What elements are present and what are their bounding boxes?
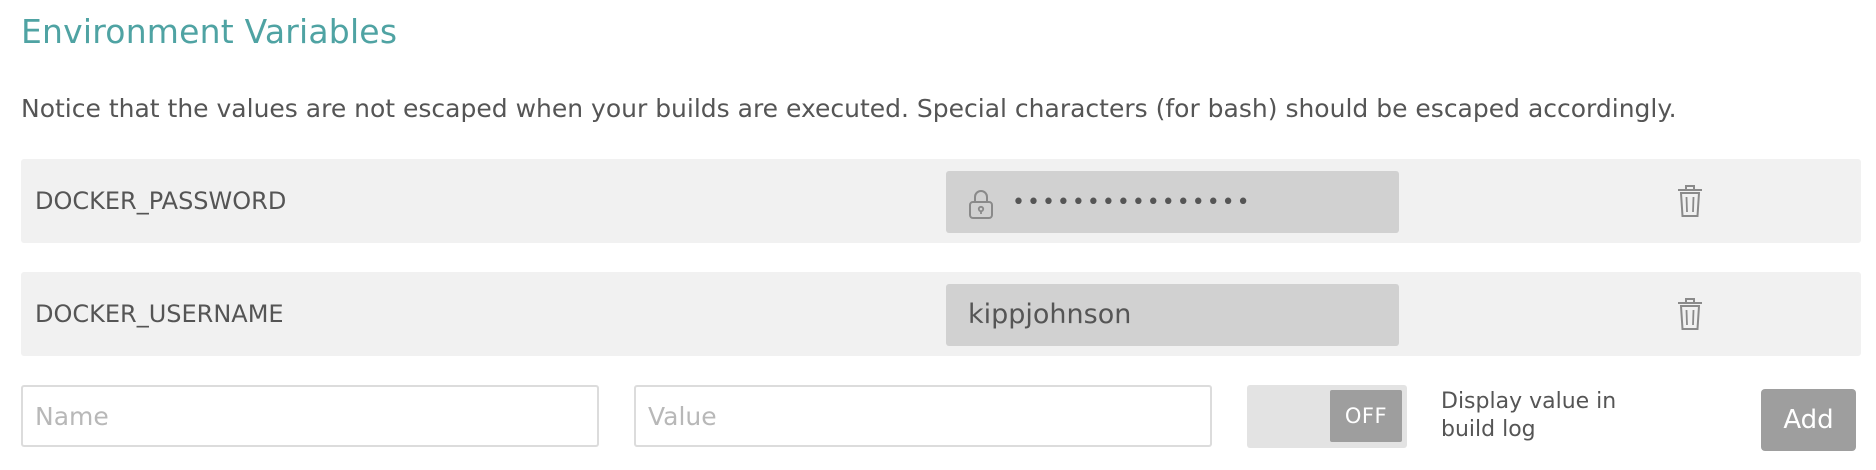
value-input[interactable] — [634, 385, 1212, 447]
env-var-row: DOCKER_USERNAME kippjohnson — [21, 272, 1861, 356]
escape-notice: Notice that the values are not escaped w… — [21, 94, 1677, 123]
env-var-row: DOCKER_PASSWORD •••••••••••••••• — [21, 159, 1861, 243]
trash-icon[interactable] — [1676, 184, 1704, 218]
section-title: Environment Variables — [21, 12, 398, 51]
lock-icon — [967, 188, 995, 220]
env-var-value-secret: •••••••••••••••• — [946, 171, 1399, 233]
toggle-label: Display value in build log — [1441, 389, 1617, 442]
env-var-name: DOCKER_USERNAME — [35, 300, 284, 328]
plain-value: kippjohnson — [968, 299, 1132, 330]
trash-icon[interactable] — [1676, 297, 1704, 331]
env-var-name: DOCKER_PASSWORD — [35, 187, 287, 215]
env-var-value: kippjohnson — [946, 284, 1399, 346]
name-input[interactable] — [21, 385, 599, 447]
toggle-state-label: OFF — [1330, 390, 1402, 442]
masked-value: •••••••••••••••• — [1012, 190, 1252, 215]
add-button[interactable]: Add — [1761, 389, 1856, 451]
display-value-toggle[interactable]: OFF — [1247, 385, 1407, 448]
